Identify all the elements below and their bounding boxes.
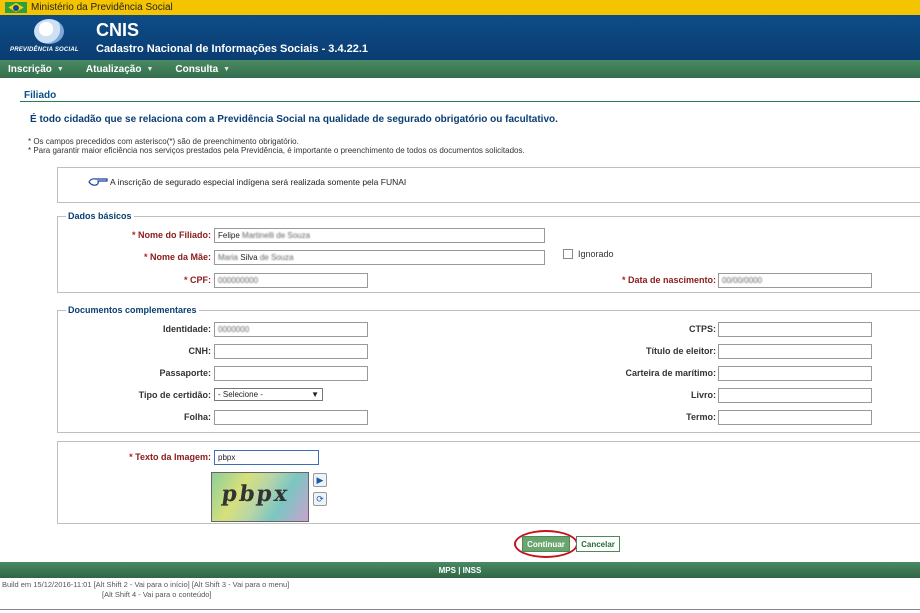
build-line-2: [Alt Shift 4 - Vai para o conteúdo] (102, 590, 212, 599)
nome-filiado-label: * Nome do Filiado: (131, 230, 211, 240)
government-title: Ministério da Previdência Social (31, 2, 173, 13)
folha-input[interactable] (214, 410, 368, 425)
captcha-image: pbpx (211, 472, 309, 522)
required-fields-note: * Os campos precedidos com asterisco(*) … (28, 137, 299, 146)
build-info: Build em 15/12/2016-11:01 [Alt Shift 2 -… (2, 580, 289, 600)
refresh-icon[interactable]: ⟳ (313, 492, 327, 506)
continuar-button[interactable]: Continuar (522, 536, 570, 552)
passaporte-input[interactable] (214, 366, 368, 381)
page-title: Filiado (24, 90, 57, 101)
ignorado-checkbox[interactable] (563, 249, 573, 259)
identidade-redacted: 0000000 (218, 325, 250, 334)
titulo-eleitor-label: Título de eleitor: (645, 346, 716, 356)
chevron-down-icon: ▼ (146, 65, 154, 73)
government-bar: Ministério da Previdência Social (0, 0, 920, 15)
tipo-certidao-select[interactable]: - Selecione - ▼ (214, 388, 323, 401)
documentos-legend: Documentos complementares (66, 305, 199, 315)
identidade-label: Identidade: (162, 324, 211, 334)
termo-input[interactable] (718, 410, 872, 425)
ctps-input[interactable] (718, 322, 872, 337)
nome-mae-label: * Nome da Mãe: (143, 252, 211, 262)
menu-item-label: Inscrição (8, 63, 52, 75)
captcha-group: * Texto da Imagem: pbpx pbpx ▶ ⟳ (57, 441, 920, 524)
livro-input[interactable] (718, 388, 872, 403)
footer-links[interactable]: MPS | INSS (439, 566, 482, 575)
nome-filiado-input[interactable]: Felipe Martinelli de Souza (214, 228, 545, 243)
tipo-certidao-label: Tipo de certidão: (138, 390, 211, 400)
titulo-eleitor-input[interactable] (718, 344, 872, 359)
footer-bar: MPS | INSS (0, 562, 920, 578)
bottom-divider (0, 609, 920, 610)
captcha-input[interactable]: pbpx (214, 450, 319, 465)
chevron-down-icon: ▼ (223, 65, 231, 73)
brazil-flag-icon (5, 2, 27, 13)
title-divider (20, 101, 920, 102)
captcha-image-text: pbpx (220, 481, 292, 507)
info-box: A inscrição de segurado especial indígen… (57, 167, 920, 203)
menu-item-label: Atualização (85, 63, 142, 75)
pointing-hand-icon (88, 178, 108, 186)
carteira-maritimo-label: Carteira de marítimo: (625, 368, 716, 378)
nome-mae-value: Silva (240, 253, 258, 262)
livro-label: Livro: (690, 390, 716, 400)
cpf-label: * CPF: (183, 275, 211, 285)
tipo-certidao-selected: - Selecione - (218, 390, 263, 399)
identidade-input[interactable]: 0000000 (214, 322, 368, 337)
ignorado-label: Ignorado (578, 249, 614, 259)
info-message: A inscrição de segurado especial indígen… (110, 177, 407, 187)
captcha-label: * Texto da Imagem: (129, 452, 211, 462)
documents-note: * Para garantir maior eficiência nos ser… (28, 146, 525, 155)
folha-label: Folha: (184, 412, 211, 422)
menu-item-consulta[interactable]: Consulta ▼ (175, 64, 230, 75)
dados-basicos-legend: Dados básicos (66, 211, 134, 221)
cpf-redacted: 000000000 (218, 276, 259, 285)
chevron-down-icon: ▼ (56, 65, 64, 73)
nome-mae-input[interactable]: Maria Silva de Souza (214, 250, 545, 265)
nome-mae-redacted: de Souza (259, 253, 294, 262)
passaporte-label: Passaporte: (159, 368, 211, 378)
dropdown-arrow-icon: ▼ (311, 390, 319, 399)
nome-filiado-value: Felipe (218, 231, 240, 240)
menu-item-atualizacao[interactable]: Atualização ▼ (86, 64, 154, 75)
app-name: CNIS (96, 20, 140, 40)
captcha-input-value: pbpx (218, 453, 236, 462)
cpf-input[interactable]: 000000000 (214, 273, 368, 288)
ctps-label: CTPS: (689, 324, 716, 334)
logo-text: PREVIDÊNCIA SOCIAL (10, 47, 79, 53)
cnh-input[interactable] (214, 344, 368, 359)
documentos-group: Documentos complementares Identidade: 00… (57, 305, 920, 433)
previdencia-logo: PREVIDÊNCIA SOCIAL (10, 19, 88, 57)
app-subtitle: Cadastro Nacional de Informações Sociais… (96, 43, 369, 55)
carteira-maritimo-input[interactable] (718, 366, 872, 381)
termo-label: Termo: (686, 412, 716, 422)
data-nascimento-input[interactable]: 00/00/0000 (718, 273, 872, 288)
build-line-1: Build em 15/12/2016-11:01 [Alt Shift 2 -… (2, 580, 290, 589)
app-header: PREVIDÊNCIA SOCIAL CNIS Cadastro Naciona… (0, 15, 920, 60)
globe-icon (34, 19, 64, 44)
menu-item-inscricao[interactable]: Inscrição ▼ (8, 64, 64, 75)
dados-basicos-group: Dados básicos * Nome do Filiado: Felipe … (57, 211, 920, 293)
play-audio-icon[interactable]: ▶ (313, 473, 327, 487)
menu-item-label: Consulta (175, 63, 219, 75)
data-nascimento-label: * Data de nascimento: (621, 275, 716, 285)
cnh-label: CNH: (188, 346, 212, 356)
main-menu: Inscrição ▼ Atualização ▼ Consulta ▼ (0, 60, 920, 78)
page-intro: É todo cidadão que se relaciona com a Pr… (30, 114, 558, 125)
data-nascimento-redacted: 00/00/0000 (722, 276, 763, 285)
cancelar-button[interactable]: Cancelar (576, 536, 620, 552)
nome-filiado-redacted: Martinelli de Souza (242, 231, 311, 240)
nome-mae-redacted: Maria (218, 253, 239, 262)
